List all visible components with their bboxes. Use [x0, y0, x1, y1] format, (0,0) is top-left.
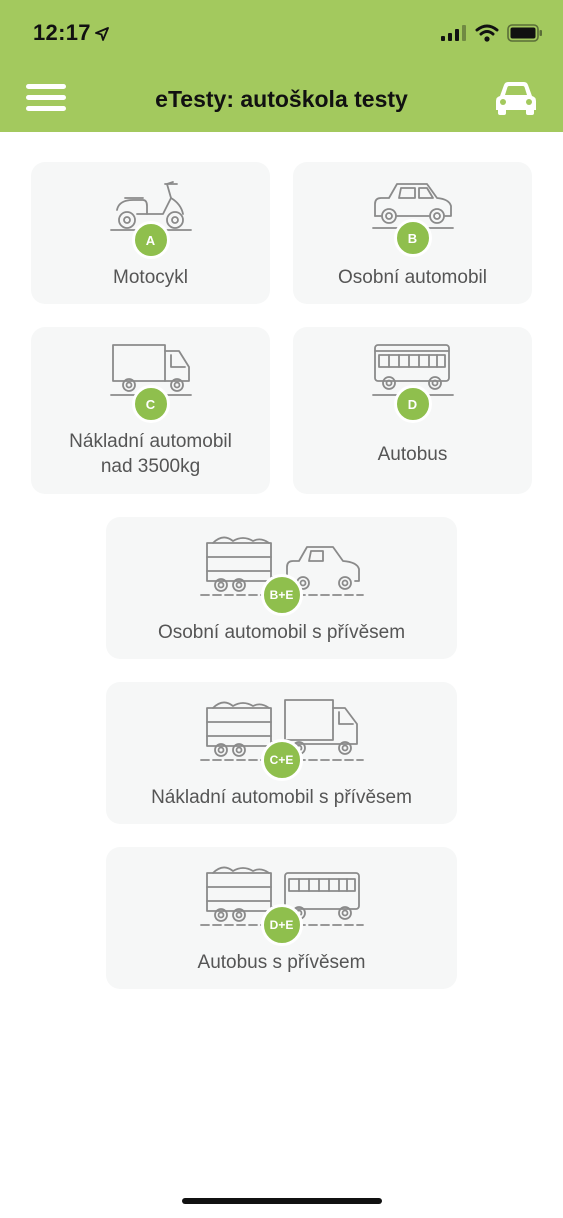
category-badge: A [131, 221, 170, 259]
wifi-icon [475, 24, 499, 42]
car-icon[interactable] [494, 80, 538, 116]
category-label: Nákladní automobil nad 3500kg [31, 429, 270, 479]
category-label-line: nad 3500kg [100, 456, 201, 477]
category-badge: C+E [260, 739, 303, 781]
category-card-ce[interactable]: C+E Nákladní automobil s přívěsem [106, 682, 457, 824]
signal-icon [441, 25, 466, 41]
category-badge: B+E [260, 574, 303, 616]
category-label: Osobní automobil [338, 267, 487, 288]
category-label: Nákladní automobil s přívěsem [151, 787, 412, 808]
category-label: Autobus s přívěsem [197, 952, 366, 973]
category-label: Osobní automobil s přívěsem [157, 622, 406, 643]
category-badge: D [393, 385, 432, 423]
app-header: 12:17 eTesty: autoškola testy [0, 0, 563, 132]
category-card-c[interactable]: C Nákladní automobil nad 3500kg [31, 327, 270, 494]
category-badge: B [393, 219, 432, 257]
status-time-text: 12:17 [33, 20, 91, 45]
category-card-be[interactable]: B+E Osobní automobil s přívěsem [106, 517, 457, 659]
page-title: eTesty: autoškola testy [155, 86, 408, 112]
category-badge: C [131, 385, 170, 423]
category-badge: D+E [260, 904, 303, 946]
home-indicator[interactable] [182, 1198, 382, 1204]
category-card-a[interactable]: A Motocykl [31, 162, 270, 304]
location-arrow-icon [94, 27, 109, 41]
category-label: Motocykl [113, 267, 188, 288]
category-label: Autobus [377, 444, 448, 465]
category-label-line: Nákladní automobil [69, 431, 232, 452]
status-time: 12:17 [33, 20, 109, 46]
battery-icon [507, 24, 542, 42]
status-icons [441, 24, 543, 42]
category-card-d[interactable]: D Autobus [293, 327, 532, 494]
category-card-de[interactable]: D+E Autobus s přívěsem [106, 847, 457, 989]
category-card-b[interactable]: B Osobní automobil [293, 162, 532, 304]
